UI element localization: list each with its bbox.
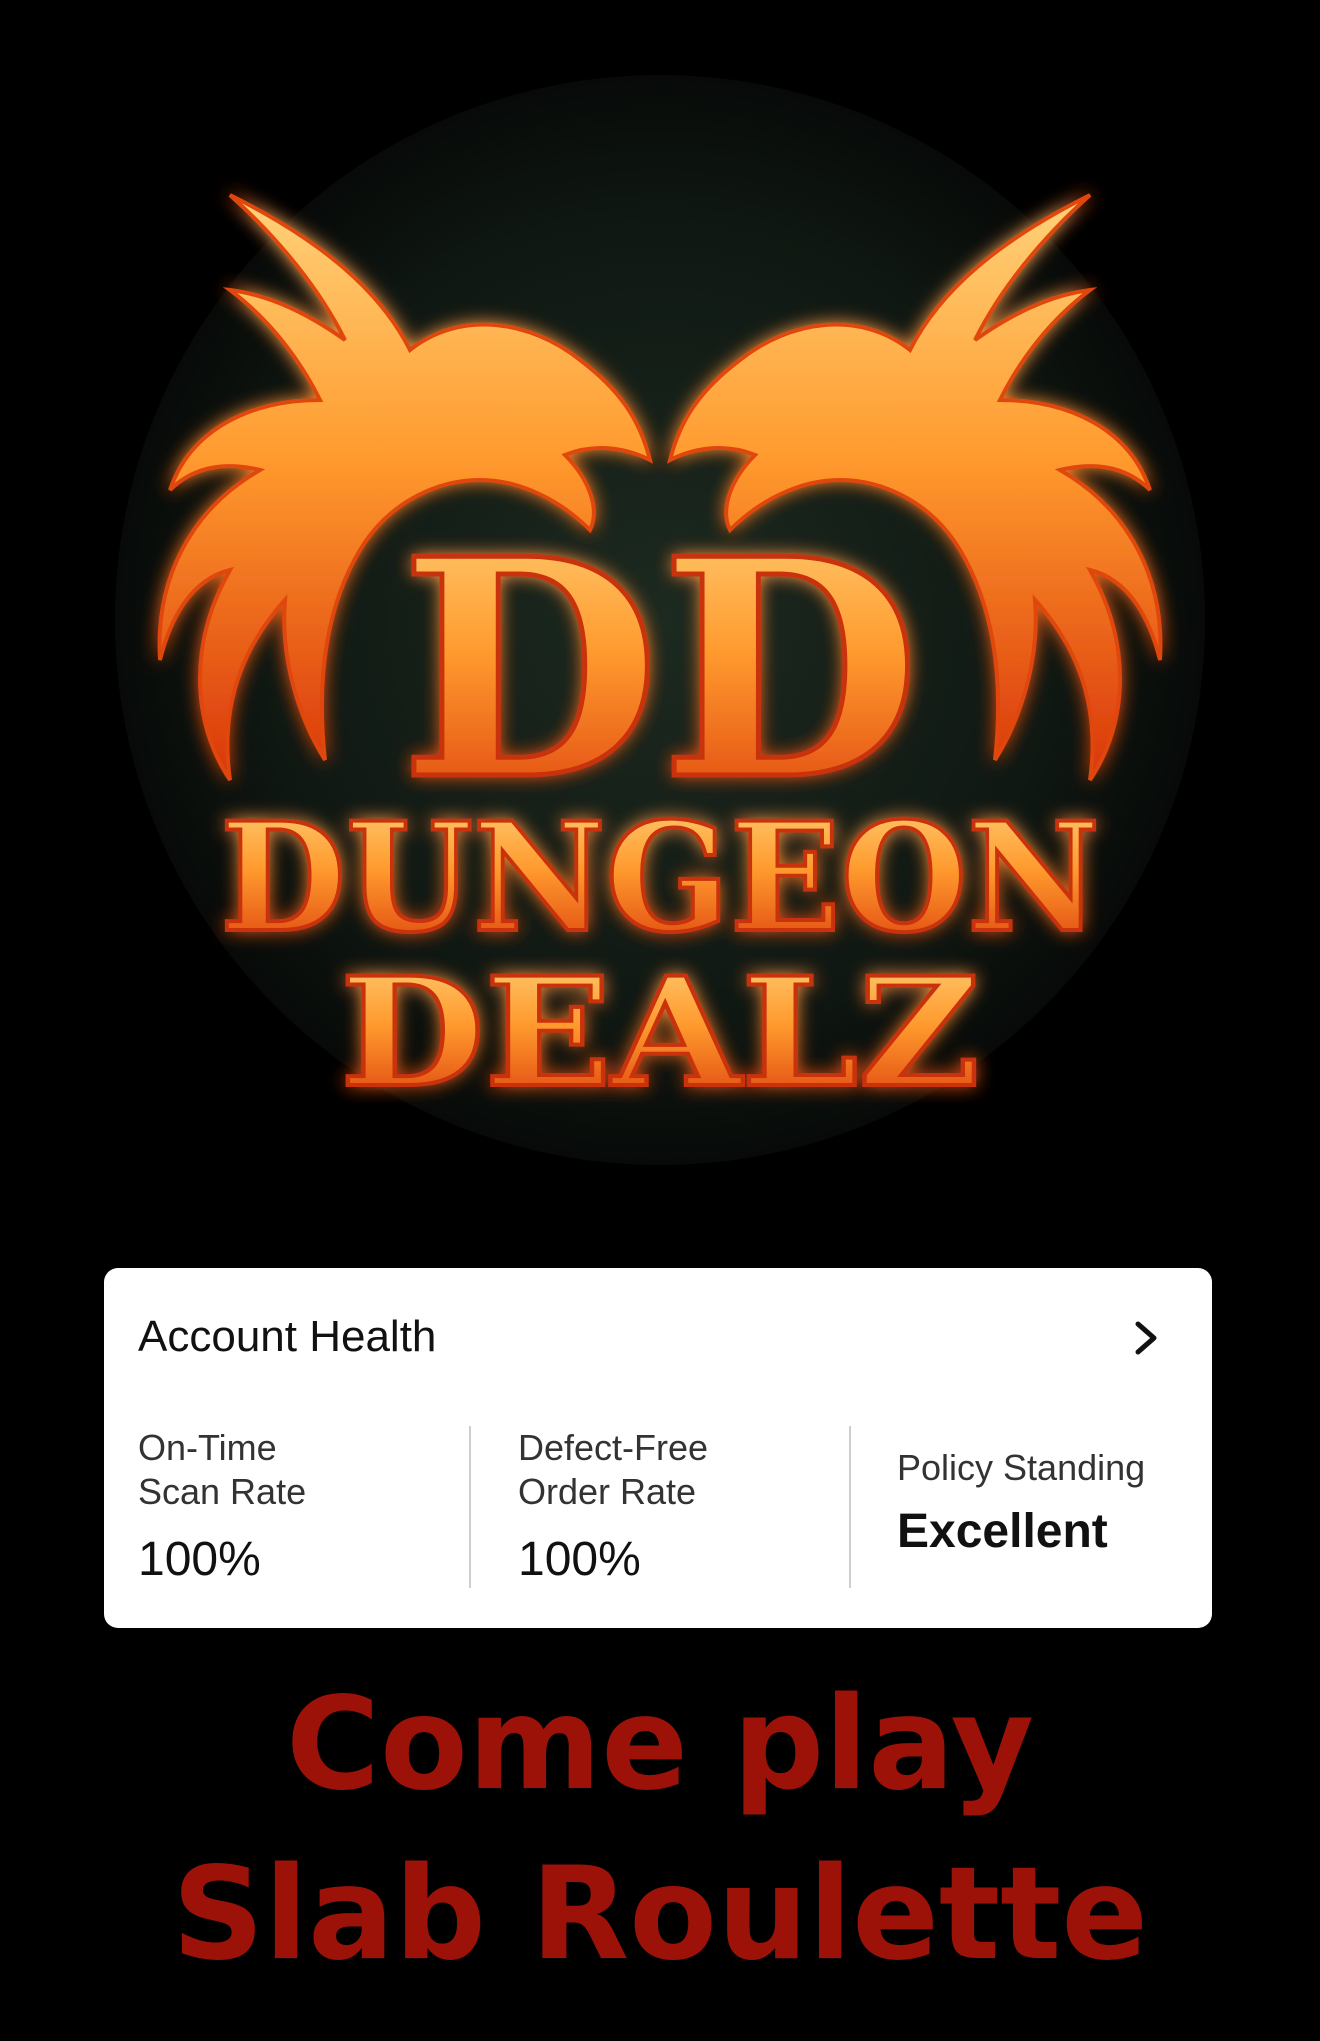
metric-policy-standing: Policy Standing Excellent: [897, 1426, 1197, 1590]
logo-line-2: DEALZ: [340, 945, 980, 1121]
logo-line-1: DUNGEON: [220, 790, 1100, 966]
caption-line-2: Slab Roulette: [171, 1840, 1149, 1989]
promo-caption: Come play Slab Roulette: [0, 1660, 1320, 2000]
metric-value: Excellent: [897, 1505, 1108, 1558]
metric-defect-free-order-rate: Defect-Free Order Rate 100%: [518, 1426, 838, 1590]
metric-label: Defect-Free Order Rate: [518, 1427, 709, 1512]
account-health-header[interactable]: Account Health: [138, 1312, 1178, 1362]
metric-label: Policy Standing: [897, 1447, 1146, 1488]
chevron-right-icon[interactable]: [1128, 1318, 1164, 1358]
metric-label: On-Time Scan Rate: [138, 1427, 307, 1512]
caption-line-1: Come play: [286, 1670, 1034, 1819]
metric-divider: [849, 1426, 851, 1588]
metric-value: 100%: [518, 1533, 641, 1586]
account-health-card[interactable]: Account Health On-Time Scan Rate 100% De…: [104, 1268, 1212, 1628]
dungeon-dealz-logo: DD DUNGEON DEALZ: [60, 60, 1260, 1240]
metric-value: 100%: [138, 1533, 261, 1586]
account-health-title: Account Health: [138, 1312, 437, 1361]
metric-divider: [469, 1426, 471, 1588]
logo-graphic: DD DUNGEON DEALZ: [115, 75, 1205, 1165]
account-health-metrics: On-Time Scan Rate 100% Defect-Free Order…: [104, 1426, 1212, 1590]
metric-on-time-scan-rate: On-Time Scan Rate 100%: [138, 1426, 458, 1590]
